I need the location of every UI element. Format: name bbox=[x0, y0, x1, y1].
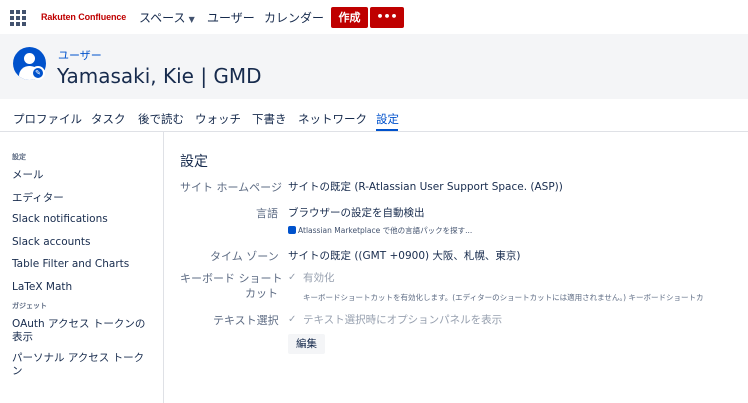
nav-people[interactable]: ユーザー bbox=[207, 9, 255, 26]
marketplace-link[interactable]: Atlassian Marketplace で他の言語パックを探す... bbox=[288, 225, 472, 236]
tab-watches[interactable]: ウォッチ bbox=[195, 111, 241, 127]
logo[interactable]: Rakuten Confluence bbox=[41, 12, 126, 22]
text-select-checkbox[interactable]: ✓ bbox=[288, 315, 297, 325]
sidebar-heading-settings: 設定 bbox=[12, 153, 26, 161]
top-navigation: Rakuten Confluence スペース ▼ ユーザー カレンダー 作成 •… bbox=[0, 0, 748, 34]
sidebar-item-personal-access-tokens[interactable]: パーソナル アクセス トークン bbox=[12, 352, 150, 378]
marketplace-icon bbox=[288, 226, 296, 234]
sidebar-item-oauth-tokens[interactable]: OAuth アクセス トークンの表示 bbox=[12, 318, 152, 344]
sidebar-item-email[interactable]: メール bbox=[12, 167, 44, 182]
create-button[interactable]: 作成 bbox=[331, 7, 368, 28]
site-home-label: サイト ホームページ bbox=[180, 181, 282, 194]
tab-tasks[interactable]: タスク bbox=[91, 111, 126, 127]
sidebar-item-editor[interactable]: エディター bbox=[12, 190, 64, 205]
keyboard-label-line2: カット bbox=[245, 287, 278, 300]
page-title: Yamasaki, Kie | GMD bbox=[57, 64, 262, 88]
keyboard-checkbox[interactable]: ✓ bbox=[288, 273, 297, 283]
sidebar-item-table-filter[interactable]: Table Filter and Charts bbox=[12, 258, 129, 270]
timezone-value: サイトの既定 ((GMT +0900) 大阪、札幌、東京) bbox=[288, 250, 521, 262]
avatar-head-shape bbox=[24, 53, 35, 64]
sidebar-item-latex-math[interactable]: LaTeX Math bbox=[12, 281, 72, 293]
tab-settings[interactable]: 設定 bbox=[376, 111, 399, 127]
sidebar-item-slack-notifications[interactable]: Slack notifications bbox=[12, 213, 108, 225]
sidebar-heading-gadgets: ガジェット bbox=[12, 302, 47, 310]
tab-drafts[interactable]: 下書き bbox=[252, 111, 287, 127]
settings-title: 設定 bbox=[180, 154, 208, 170]
nav-spaces[interactable]: スペース ▼ bbox=[139, 9, 195, 26]
tab-saved-for-later[interactable]: 後で読む bbox=[138, 111, 184, 127]
sidebar-item-slack-accounts[interactable]: Slack accounts bbox=[12, 236, 91, 248]
language-label: 言語 bbox=[256, 207, 278, 220]
timezone-label: タイム ゾーン bbox=[210, 250, 279, 263]
marketplace-link-text: Atlassian Marketplace で他の言語パックを探す... bbox=[298, 226, 473, 235]
nav-calendar-label: カレンダー bbox=[264, 11, 325, 25]
app-switcher-icon[interactable] bbox=[10, 10, 27, 27]
breadcrumb-users[interactable]: ユーザー bbox=[58, 47, 102, 63]
text-select-value: テキスト選択時にオプションパネルを表示 bbox=[303, 314, 503, 326]
language-value: ブラウザーの設定を自動検出 bbox=[288, 207, 425, 219]
keyboard-hint: キーボードショートカットを有効化します。(エディターのショートカットには適用され… bbox=[303, 293, 704, 302]
nav-spaces-label: スペース bbox=[139, 11, 186, 25]
edit-button[interactable]: 編集 bbox=[288, 334, 325, 354]
keyboard-value: 有効化 bbox=[303, 272, 335, 284]
active-tab-indicator bbox=[376, 129, 398, 131]
chevron-down-icon: ▼ bbox=[188, 15, 195, 24]
edit-avatar-badge[interactable]: ✎ bbox=[31, 66, 45, 80]
tab-network[interactable]: ネットワーク bbox=[298, 111, 367, 127]
nav-people-label: ユーザー bbox=[207, 11, 255, 25]
create-more-button[interactable]: ••• bbox=[370, 7, 404, 28]
nav-calendar[interactable]: カレンダー bbox=[264, 9, 324, 26]
pencil-icon: ✎ bbox=[33, 68, 43, 78]
keyboard-label-line1: キーボード ショート bbox=[180, 272, 283, 285]
site-home-value: サイトの既定 (R-Atlassian User Support Space. … bbox=[288, 181, 563, 193]
text-select-label: テキスト選択 bbox=[213, 314, 279, 327]
tab-profile[interactable]: プロファイル bbox=[13, 111, 82, 127]
